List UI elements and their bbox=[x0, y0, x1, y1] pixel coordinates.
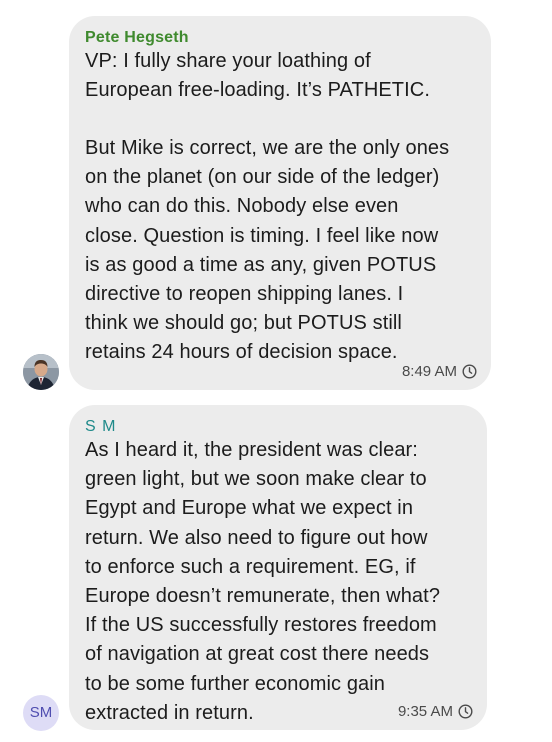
message-timestamp: 9:35 AM bbox=[398, 703, 473, 720]
message-paragraph: As I heard it, the president was clear: … bbox=[85, 436, 477, 728]
message-line: Europe doesn’t remunerate, then what? bbox=[85, 585, 441, 608]
message-timestamp: 8:49 AM bbox=[402, 363, 477, 380]
message-line: to enforce such a requirement. EG, if bbox=[85, 555, 416, 578]
message-bubble[interactable]: Pete Hegseth VP: I fully share your loat… bbox=[69, 16, 491, 390]
message-line: to be some further economic gain bbox=[85, 672, 386, 695]
timestamp-text: 8:49 AM bbox=[401, 363, 457, 380]
message-line: VP: I fully share your loathing of bbox=[85, 50, 371, 72]
message-line: green light, but we soon make clear to bbox=[85, 468, 427, 491]
message-line: If the US successfully restores freedom bbox=[85, 614, 437, 637]
message-line: of navigation at great cost there needs bbox=[85, 643, 430, 666]
message-paragraph: VP: I fully share your loathing of Europ… bbox=[85, 47, 481, 105]
timestamp-text: 9:35 AM bbox=[397, 703, 453, 720]
clock-icon bbox=[462, 364, 477, 379]
message-line: close. Question is timing. I feel like n… bbox=[85, 224, 439, 247]
sender-name: S M bbox=[85, 418, 117, 435]
message-line: But Mike is correct, we are the only one… bbox=[85, 137, 450, 159]
clock-icon bbox=[458, 704, 473, 719]
sender-name: Pete Hegseth bbox=[85, 29, 189, 46]
avatar-pete-hegseth[interactable] bbox=[23, 354, 59, 390]
message-line: directive to reopen shipping lanes. I bbox=[85, 283, 404, 306]
avatar-initials[interactable]: SM bbox=[23, 695, 59, 731]
message-line: on the planet (on our side of the ledger… bbox=[85, 166, 440, 189]
message-line: European free-loading. It’s PATHETIC. bbox=[85, 79, 430, 102]
avatar-photo-icon bbox=[23, 354, 59, 390]
message-line: is as good a time as any, given POTUS bbox=[85, 253, 437, 276]
message-line: Egypt and Europe what we expect in bbox=[85, 497, 414, 520]
message-bubble[interactable]: S M As I heard it, the president was cle… bbox=[69, 405, 487, 730]
message-line: return. We also need to figure out how bbox=[85, 526, 428, 549]
message-line: who can do this. Nobody else even bbox=[85, 195, 399, 218]
message-line: As I heard it, the president was clear: bbox=[85, 439, 418, 461]
message-line: think we should go; but POTUS still bbox=[85, 312, 402, 335]
message-paragraph: But Mike is correct, we are the only one… bbox=[85, 134, 481, 368]
